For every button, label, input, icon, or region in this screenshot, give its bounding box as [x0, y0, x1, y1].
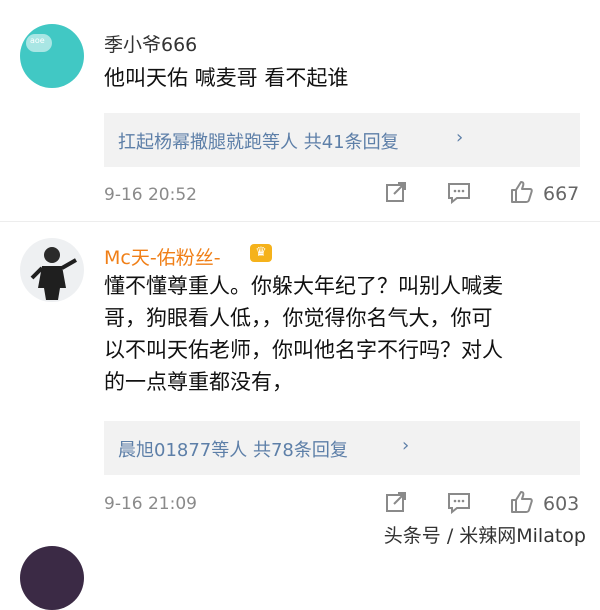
- comment-icon[interactable]: [447, 492, 471, 518]
- thumbs-up-icon[interactable]: [510, 490, 534, 518]
- reply-summary-text: 晨旭01877等人 共78条回复: [118, 440, 348, 461]
- like-count: 603: [543, 493, 580, 515]
- comment-2: Mc天-佑粉丝- ♛ 懂不懂尊重人。你躲大年纪了？叫别人喊麦 哥，狗眼看人低，，…: [0, 0, 600, 520]
- next-comment-avatar[interactable]: [20, 546, 84, 610]
- comment-text-line-4: 的一点尊重都没有，: [104, 370, 293, 394]
- person-photo: [30, 247, 77, 300]
- share-icon[interactable]: [385, 491, 407, 517]
- reply-summary[interactable]: 晨旭01877等人 共78条回复 ›: [104, 421, 580, 475]
- crown-icon: ♛: [250, 244, 272, 262]
- watermark: 头条号 / 米辣网Milatop: [383, 525, 586, 547]
- comment-text-line-3: 以不叫天佑老师，你叫他名字不行吗？对人: [104, 338, 503, 362]
- comment-text-line-1: 懂不懂尊重人。你躲大年纪了？叫别人喊麦: [104, 274, 503, 298]
- timestamp: 9-16 21:09: [104, 494, 197, 514]
- username[interactable]: Mc天-佑粉丝-: [104, 243, 221, 270]
- comment-text-line-2: 哥，狗眼看人低，，你觉得你名气大，你可: [104, 306, 493, 330]
- chevron-right-icon: ›: [402, 435, 410, 456]
- user-avatar[interactable]: [20, 238, 84, 302]
